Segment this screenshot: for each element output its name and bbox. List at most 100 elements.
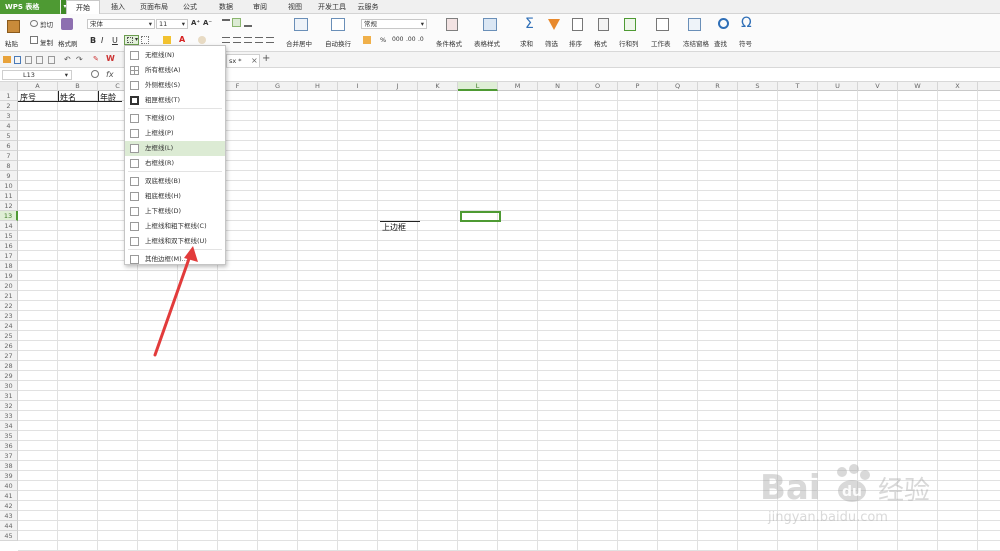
- row-header-3[interactable]: 3: [0, 111, 18, 121]
- row-header-35[interactable]: 35: [0, 431, 18, 441]
- column-header-u[interactable]: U: [818, 82, 858, 91]
- row-header-4[interactable]: 4: [0, 121, 18, 131]
- row-header-23[interactable]: 23: [0, 311, 18, 321]
- column-header-j[interactable]: J: [378, 82, 418, 91]
- align-top-icon[interactable]: [222, 19, 230, 27]
- increase-decimal-button[interactable]: .00: [406, 36, 416, 43]
- print-icon[interactable]: [25, 56, 32, 64]
- row-header-44[interactable]: 44: [0, 521, 18, 531]
- merge-center-icon[interactable]: [294, 18, 308, 31]
- column-header-o[interactable]: O: [578, 82, 618, 91]
- border-menu-item-top[interactable]: 上框线(P): [125, 126, 225, 141]
- row-header-42[interactable]: 42: [0, 501, 18, 511]
- border-menu-item-all[interactable]: 所有框线(A): [125, 63, 225, 78]
- bold-button[interactable]: B: [90, 36, 96, 45]
- column-header-w[interactable]: W: [898, 82, 938, 91]
- row-header-38[interactable]: 38: [0, 461, 18, 471]
- tab-page-layout[interactable]: 页面布局: [137, 0, 171, 14]
- conditional-format-button[interactable]: 条件格式: [436, 38, 462, 48]
- row-header-14[interactable]: 14: [0, 221, 18, 231]
- name-box[interactable]: L13 ▾: [2, 70, 72, 80]
- column-header-i[interactable]: I: [338, 82, 378, 91]
- table-style-button[interactable]: 表格样式: [474, 38, 500, 48]
- paste-icon[interactable]: [7, 20, 20, 33]
- row-header-33[interactable]: 33: [0, 411, 18, 421]
- tab-data[interactable]: 数据: [214, 0, 238, 14]
- row-header-2[interactable]: 2: [0, 101, 18, 111]
- column-header-m[interactable]: M: [498, 82, 538, 91]
- symbol-icon[interactable]: Ω: [741, 15, 752, 31]
- format-button[interactable]: 格式: [594, 38, 607, 48]
- cut-button[interactable]: 剪切: [40, 19, 53, 29]
- border-button-active[interactable]: ▾: [124, 35, 139, 45]
- row-header-24[interactable]: 24: [0, 321, 18, 331]
- new-tab-button[interactable]: +: [262, 53, 270, 64]
- column-header-r[interactable]: R: [698, 82, 738, 91]
- export-icon[interactable]: [48, 56, 55, 64]
- fill-color-icon[interactable]: [163, 36, 171, 44]
- select-all-corner[interactable]: [0, 82, 18, 91]
- row-header-28[interactable]: 28: [0, 361, 18, 371]
- align-center-icon[interactable]: [233, 37, 241, 43]
- border-menu-item-none[interactable]: 无框线(N): [125, 48, 225, 63]
- row-header-6[interactable]: 6: [0, 141, 18, 151]
- cell-style-icon[interactable]: [141, 36, 149, 44]
- border-menu-item-more[interactable]: 其他边框(M)...: [125, 252, 225, 267]
- row-header-45[interactable]: 45: [0, 531, 18, 541]
- preview-icon[interactable]: [36, 56, 43, 64]
- row-header-25[interactable]: 25: [0, 331, 18, 341]
- row-header-7[interactable]: 7: [0, 151, 18, 161]
- format-painter-icon[interactable]: [61, 18, 73, 30]
- border-menu-item-top-bottom[interactable]: 上下框线(D): [125, 204, 225, 219]
- column-header-a[interactable]: A: [18, 82, 58, 91]
- border-menu-item-outer[interactable]: 外侧框线(S): [125, 78, 225, 93]
- row-header-15[interactable]: 15: [0, 231, 18, 241]
- save-icon[interactable]: [14, 56, 21, 64]
- open-icon[interactable]: [3, 56, 11, 63]
- symbol-button[interactable]: 符号: [739, 38, 752, 48]
- column-header-t[interactable]: T: [778, 82, 818, 91]
- font-color-button[interactable]: A: [179, 35, 185, 44]
- column-header-g[interactable]: G: [258, 82, 298, 91]
- tab-cloud[interactable]: 云服务: [354, 0, 382, 14]
- border-menu-item-thick-box[interactable]: 粗匣框线(T): [125, 93, 225, 108]
- row-header-30[interactable]: 30: [0, 381, 18, 391]
- table-style-icon[interactable]: [483, 18, 497, 31]
- sum-icon[interactable]: Σ: [525, 16, 534, 32]
- row-header-16[interactable]: 16: [0, 241, 18, 251]
- sort-icon[interactable]: [572, 18, 583, 31]
- selected-cell-L13[interactable]: [460, 211, 501, 222]
- decrease-font-button[interactable]: A⁻: [203, 19, 212, 27]
- worksheet-icon[interactable]: [656, 18, 669, 31]
- filter-icon[interactable]: [548, 19, 560, 30]
- row-header-32[interactable]: 32: [0, 401, 18, 411]
- freeze-panes-button[interactable]: 冻结窗格: [683, 38, 709, 48]
- zoom-icon[interactable]: [91, 70, 99, 78]
- border-menu-item-double-bottom[interactable]: 双底框线(B): [125, 174, 225, 189]
- thousands-button[interactable]: 000: [392, 36, 403, 43]
- currency-icon[interactable]: [363, 36, 371, 44]
- italic-button[interactable]: I: [101, 36, 103, 45]
- wrap-text-button[interactable]: 自动换行: [325, 38, 351, 48]
- row-header-9[interactable]: 9: [0, 171, 18, 181]
- tab-home[interactable]: 开始: [66, 0, 100, 15]
- wps-logo-icon[interactable]: W: [106, 54, 115, 63]
- border-menu-item-right[interactable]: 右框线(R): [125, 156, 225, 171]
- row-header-41[interactable]: 41: [0, 491, 18, 501]
- column-header-k[interactable]: K: [418, 82, 458, 91]
- redo-icon[interactable]: ↷: [76, 55, 83, 64]
- column-header-q[interactable]: Q: [658, 82, 698, 91]
- border-menu-item-top-double-bottom[interactable]: 上框线和双下框线(U): [125, 234, 225, 249]
- sort-button[interactable]: 排序: [569, 38, 582, 48]
- column-header-x[interactable]: X: [938, 82, 978, 91]
- row-header-39[interactable]: 39: [0, 471, 18, 481]
- row-header-22[interactable]: 22: [0, 301, 18, 311]
- row-header-8[interactable]: 8: [0, 161, 18, 171]
- eraser-icon[interactable]: [198, 36, 206, 44]
- underline-button[interactable]: U: [112, 36, 118, 45]
- merge-center-button[interactable]: 合并居中: [286, 38, 312, 48]
- tab-developer[interactable]: 开发工具: [315, 0, 349, 14]
- row-header-12[interactable]: 12: [0, 201, 18, 211]
- tab-view[interactable]: 视图: [283, 0, 307, 14]
- align-left-icon[interactable]: [222, 37, 230, 43]
